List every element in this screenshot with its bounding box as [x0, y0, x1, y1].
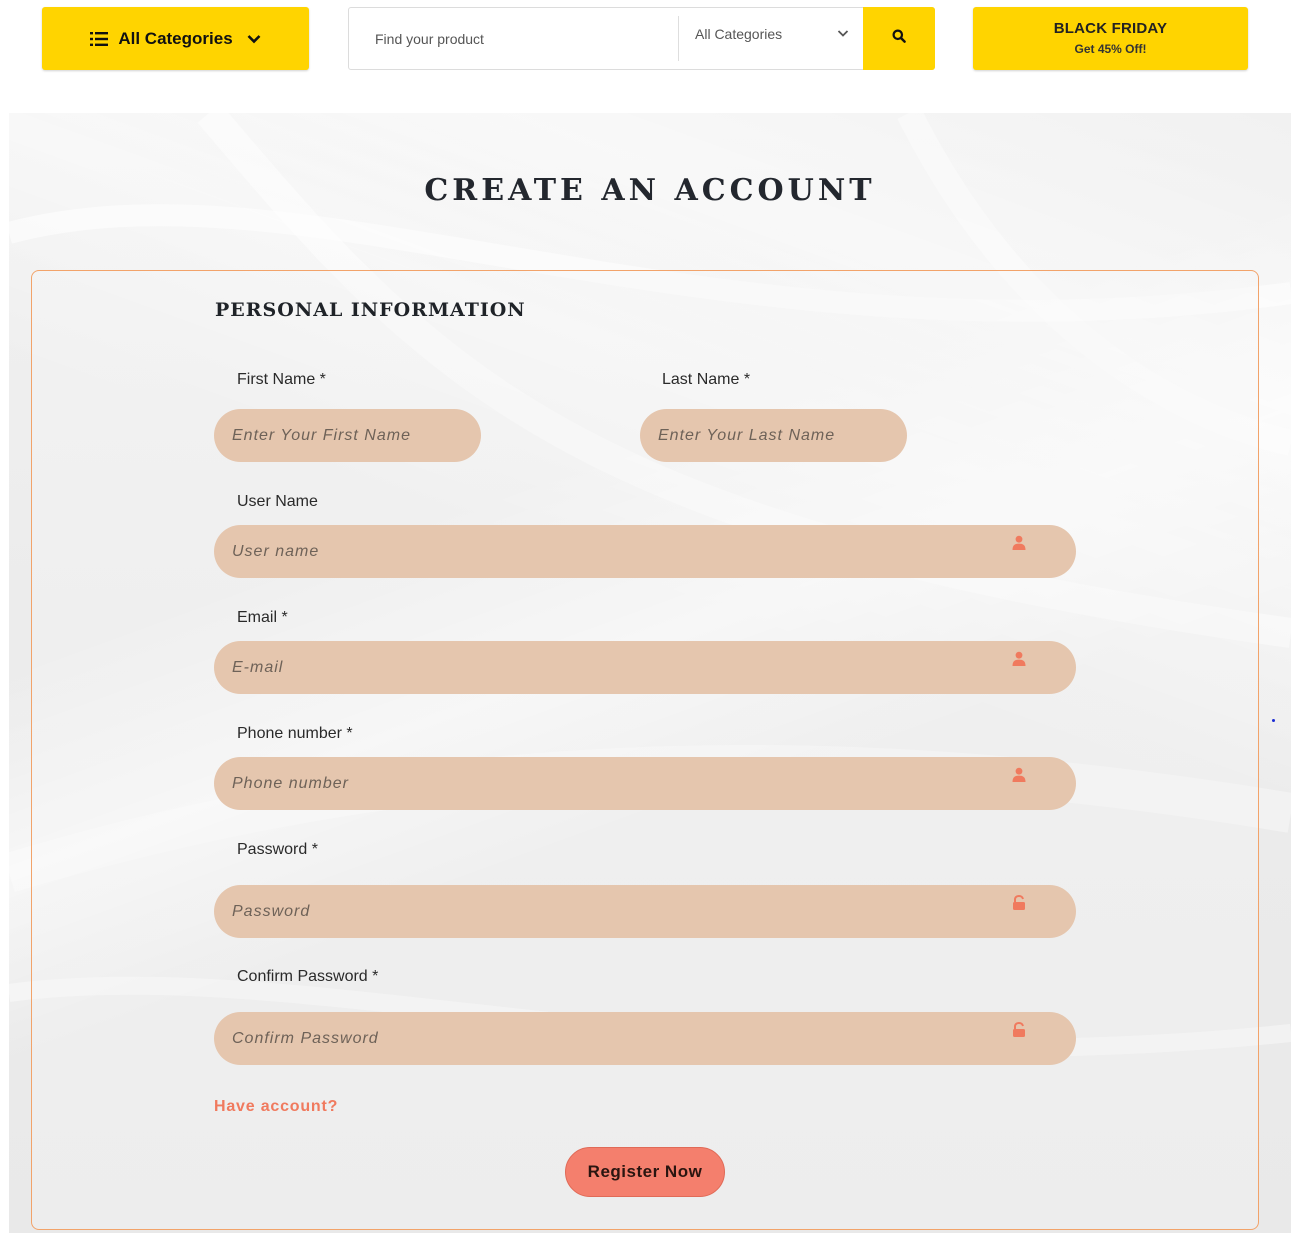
personal-information-heading: PERSONAL INFORMATION [215, 299, 526, 321]
promo-title: BLACK FRIDAY [1053, 20, 1168, 37]
list-icon [90, 31, 109, 46]
registration-section: CREATE AN ACCOUNT PERSONAL INFORMATION F… [9, 113, 1291, 1233]
promo-subtitle: Get 45% Off! [1074, 42, 1147, 56]
phone-field [214, 757, 1076, 810]
search-category-select[interactable]: All Categories [679, 8, 863, 69]
phone-label: Phone number * [237, 725, 353, 742]
password-field [214, 885, 1076, 938]
last-name-field [640, 409, 907, 462]
user-name-input[interactable] [214, 525, 1076, 578]
email-label: Email * [237, 609, 288, 626]
phone-input[interactable] [214, 757, 1076, 810]
search-category-value: All Categories [695, 26, 783, 42]
email-input[interactable] [214, 641, 1076, 694]
search-button[interactable] [863, 7, 935, 70]
password-label: Password * [237, 841, 318, 858]
user-name-field [214, 525, 1076, 578]
password-input[interactable] [214, 885, 1076, 938]
all-categories-label: All Categories [118, 28, 233, 48]
stray-dot [1272, 719, 1275, 722]
confirm-password-field [214, 1012, 1076, 1065]
first-name-input[interactable] [214, 409, 481, 462]
black-friday-promo[interactable]: BLACK FRIDAY Get 45% Off! [973, 7, 1248, 70]
confirm-password-input[interactable] [214, 1012, 1076, 1065]
last-name-input[interactable] [640, 409, 907, 462]
unlock-icon [1012, 895, 1026, 911]
user-name-label: User Name [237, 493, 318, 510]
search-bar: All Categories [348, 7, 935, 70]
last-name-label: Last Name * [662, 371, 751, 388]
search-icon [892, 29, 906, 48]
register-button[interactable]: Register Now [565, 1147, 725, 1197]
registration-form: PERSONAL INFORMATION First Name * Last N… [31, 270, 1259, 1230]
unlock-icon [1012, 1022, 1026, 1038]
first-name-field [214, 409, 481, 462]
first-name-label: First Name * [237, 371, 326, 388]
chevron-down-icon [837, 29, 849, 38]
have-account-link[interactable]: Have account? [214, 1098, 338, 1116]
user-icon [1012, 651, 1026, 667]
confirm-password-label: Confirm Password * [237, 968, 379, 985]
user-icon [1012, 767, 1026, 783]
email-field [214, 641, 1076, 694]
chevron-down-icon [247, 34, 261, 44]
user-icon [1012, 535, 1026, 551]
page-title: CREATE AN ACCOUNT [424, 173, 876, 208]
search-input[interactable] [349, 8, 678, 69]
all-categories-button[interactable]: All Categories [42, 7, 309, 70]
